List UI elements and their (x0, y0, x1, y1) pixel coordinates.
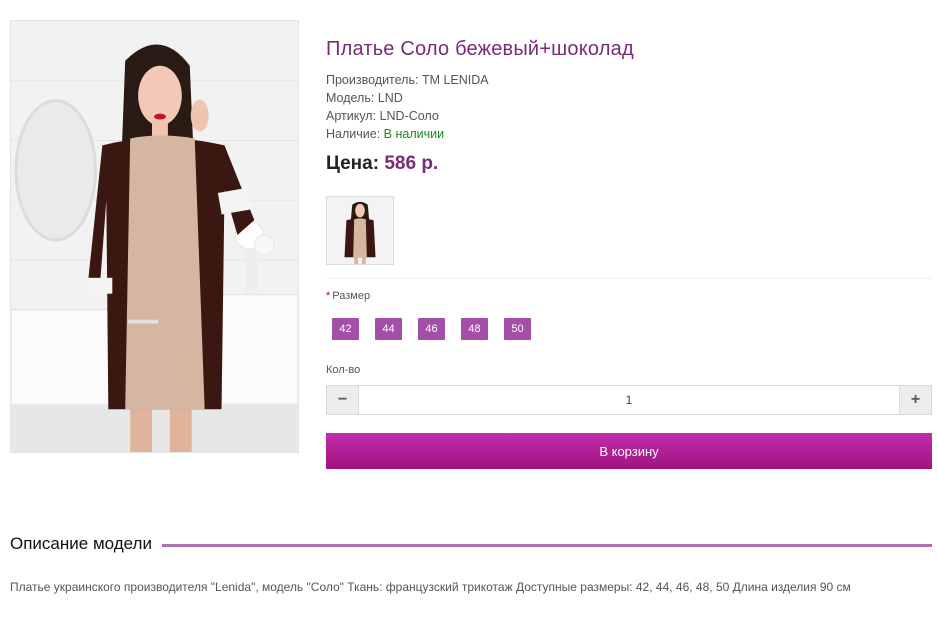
quantity-stepper: − + (326, 385, 932, 415)
price-value: 586 р. (384, 153, 439, 174)
description-heading: Описание модели (10, 534, 152, 553)
size-option-46[interactable]: 46 (418, 318, 445, 340)
manufacturer-value[interactable]: ТМ LENIDA (422, 73, 489, 87)
size-option-42[interactable]: 42 (332, 318, 359, 340)
sku-label: Артикул: (326, 109, 377, 123)
product-photo (11, 21, 298, 452)
manufacturer-row: Производитель: ТМ LENIDA (326, 71, 932, 89)
sku-value: LND-Соло (379, 109, 439, 123)
quantity-input[interactable] (359, 386, 899, 414)
required-mark: * (326, 290, 331, 302)
sku-row: Артикул: LND-Соло (326, 107, 932, 125)
model-value: LND (377, 91, 403, 105)
size-options: 42 44 46 48 50 (332, 318, 531, 340)
manufacturer-label: Производитель: (326, 73, 419, 87)
product-thumbnail[interactable] (326, 196, 394, 265)
size-option-50[interactable]: 50 (504, 318, 531, 340)
quantity-decrease-button[interactable]: − (327, 386, 359, 414)
product-title: Платье Соло бежевый+шоколад (326, 38, 634, 60)
model-label: Модель: (326, 91, 375, 105)
quantity-label: Кол-во (326, 364, 361, 376)
thumbnail-photo (327, 197, 393, 264)
product-meta: Производитель: ТМ LENIDA Модель: LND Арт… (326, 71, 932, 143)
availability-row: Наличие: В наличии (326, 125, 932, 143)
model-row: Модель: LND (326, 89, 932, 107)
add-to-cart-button[interactable]: В корзину (326, 433, 932, 469)
size-option-48[interactable]: 48 (461, 318, 488, 340)
quantity-increase-button[interactable]: + (899, 386, 931, 414)
availability-value: В наличии (383, 127, 445, 141)
price-label: Цена: (326, 153, 380, 174)
product-info: Платье Соло бежевый+шоколад Производител… (326, 38, 932, 175)
description-heading-line (161, 543, 932, 547)
options-divider (326, 278, 932, 279)
description-text: Платье украинского производителя "Lenida… (10, 580, 851, 594)
availability-label: Наличие: (326, 127, 381, 141)
size-label: * Размер (326, 290, 370, 302)
size-option-44[interactable]: 44 (375, 318, 402, 340)
price: Цена: 586 р. (326, 153, 932, 175)
description-header: Описание модели (10, 534, 932, 554)
product-main-image[interactable] (10, 20, 299, 453)
size-label-text: Размер (332, 290, 371, 302)
